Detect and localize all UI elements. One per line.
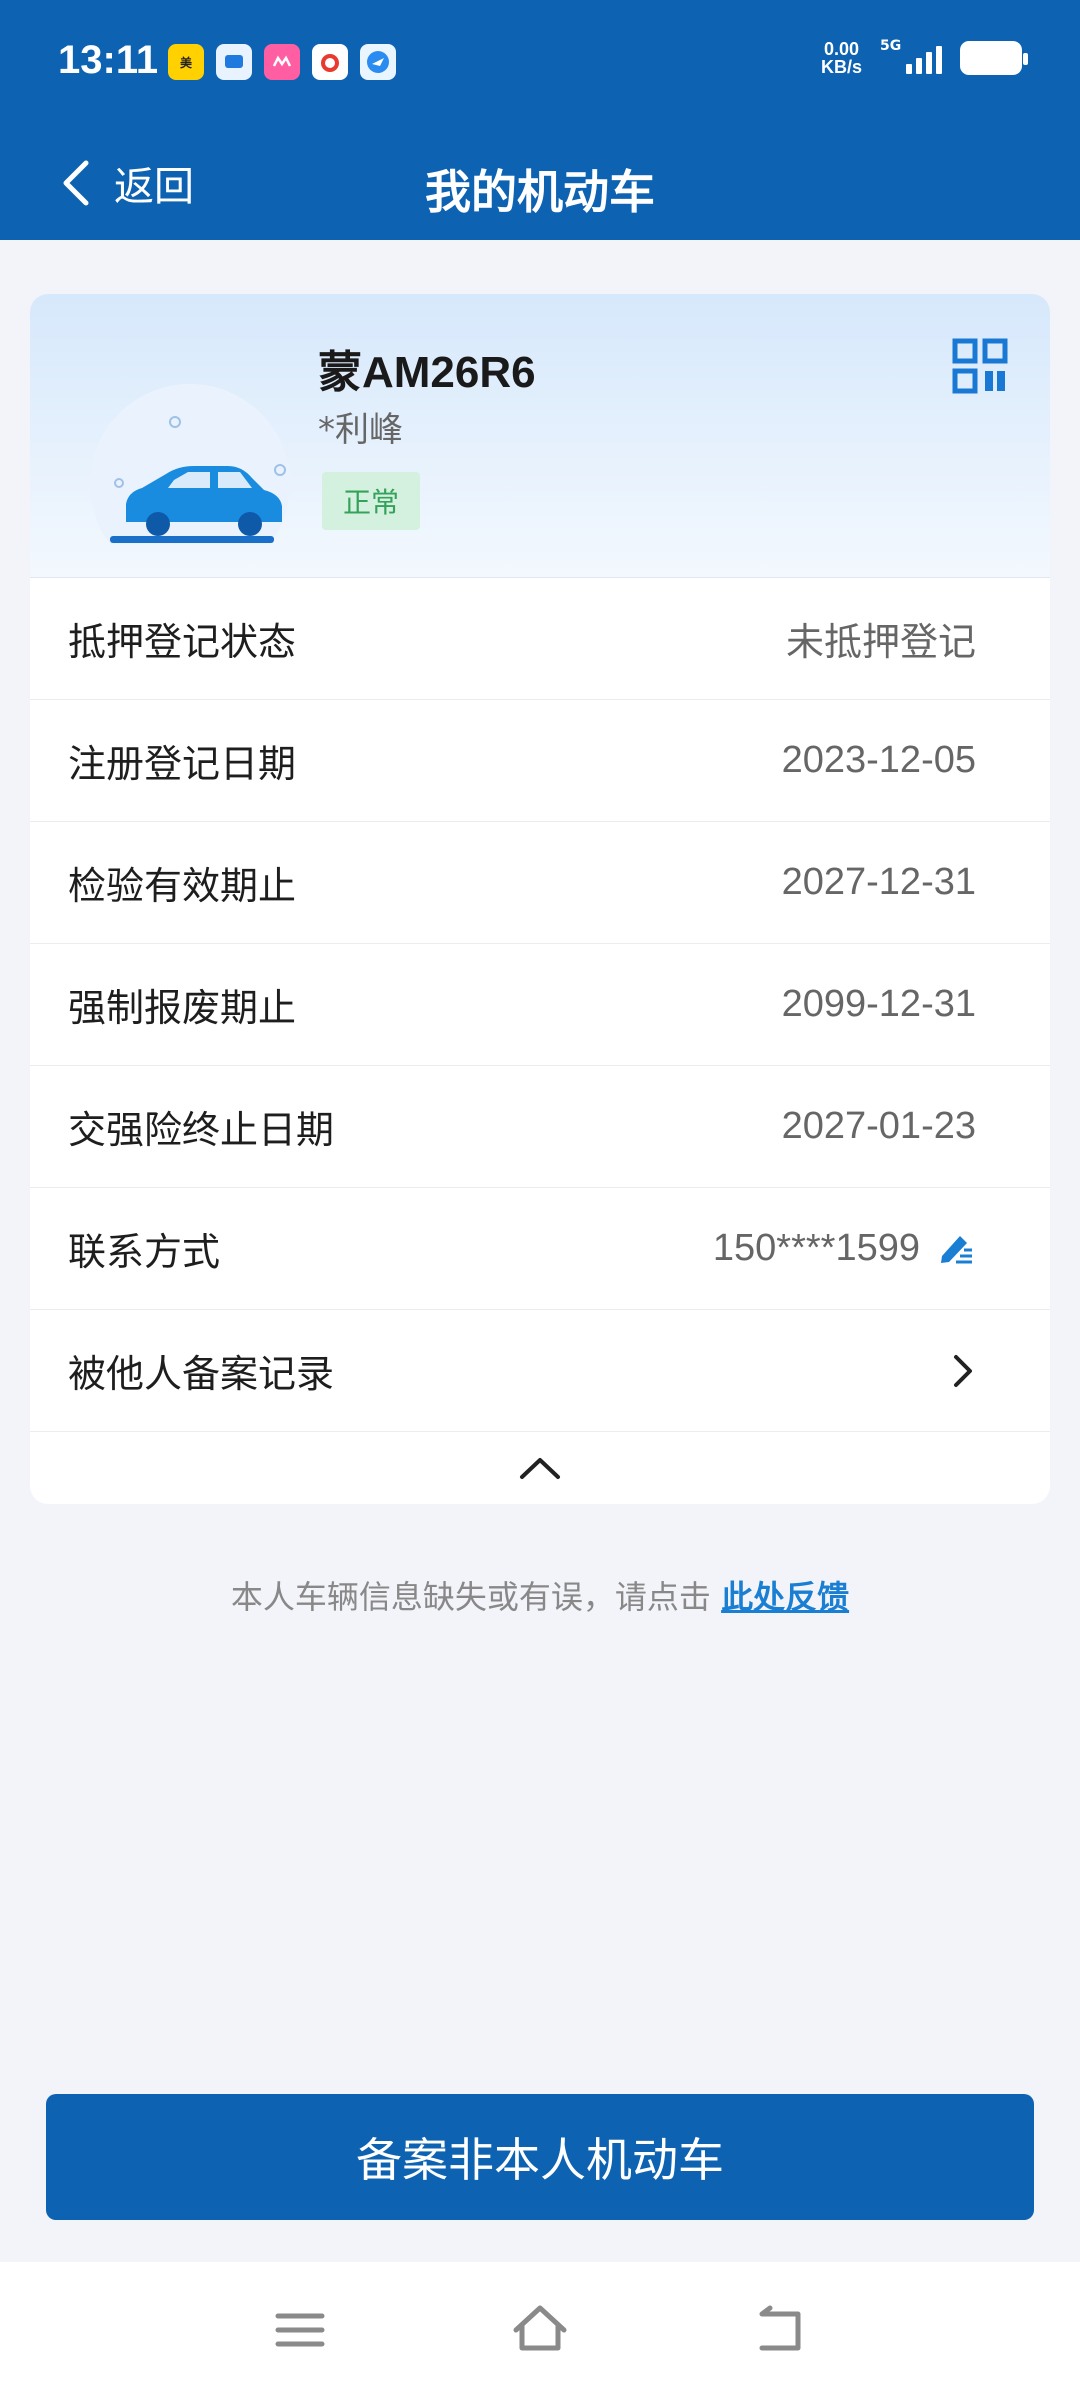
signal-icon: 5G <box>880 38 942 74</box>
status-badge: 正常 <box>322 472 420 530</box>
detail-row-registration-date: 注册登记日期 2023-12-05 <box>30 700 1050 822</box>
detail-row-mortgage: 抵押登记状态 未抵押登记 <box>30 578 1050 700</box>
blue-app-icon <box>216 44 252 80</box>
network-speed: 0.00 KB/s <box>820 39 862 77</box>
vehicle-card-header: 蒙AM26R6 *利峰 正常 <box>30 294 1050 578</box>
blue-bird-app-icon <box>360 44 396 80</box>
qr-code-icon[interactable] <box>952 338 1008 394</box>
status-right-group: 0.00 KB/s 5G <box>820 38 1028 77</box>
feedback-text: 本人车辆信息缺失或有误，请点击 此处反馈 <box>0 1572 1080 1618</box>
license-plate: 蒙AM26R6 <box>318 348 536 397</box>
detail-label: 被他人备案记录 <box>68 1352 335 1396</box>
detail-value: 2027-12-31 <box>781 861 976 903</box>
menu-icon[interactable] <box>270 2300 330 2360</box>
detail-label: 交强险终止日期 <box>68 1108 335 1152</box>
detail-row-scrap-date: 强制报废期止 2099-12-31 <box>30 944 1050 1066</box>
car-icon <box>90 384 290 544</box>
meituan-app-icon: 美 <box>168 44 204 80</box>
nav-bar: 返回 我的机动车 <box>0 128 1080 240</box>
collapse-button[interactable] <box>30 1432 1050 1504</box>
detail-label: 联系方式 <box>68 1230 221 1274</box>
detail-value: 2023-12-05 <box>781 739 976 781</box>
status-bar: 13:11 美 0.00 KB/s 5G <box>0 0 1080 128</box>
detail-value: 2027-01-23 <box>781 1105 976 1147</box>
vehicle-details-list: 抵押登记状态 未抵押登记 注册登记日期 2023-12-05 检验有效期止 20… <box>30 578 1050 1504</box>
detail-row-filing-records[interactable]: 被他人备案记录 <box>30 1310 1050 1432</box>
feedback-prompt: 本人车辆信息缺失或有误，请点击 <box>230 1578 711 1616</box>
detail-row-inspection-expiry: 检验有效期止 2027-12-31 <box>30 822 1050 944</box>
page-title: 我的机动车 <box>425 166 655 218</box>
battery-icon <box>960 41 1028 75</box>
home-icon[interactable] <box>510 2300 570 2360</box>
owner-name: *利峰 <box>318 410 403 450</box>
status-time: 13:11 <box>58 38 159 82</box>
detail-row-insurance-end: 交强险终止日期 2027-01-23 <box>30 1066 1050 1188</box>
detail-label: 检验有效期止 <box>68 864 297 908</box>
detail-label: 注册登记日期 <box>68 742 297 786</box>
network-type: 5G <box>880 38 902 54</box>
feedback-link[interactable]: 此处反馈 <box>721 1578 849 1616</box>
red-character-app-icon <box>312 44 348 80</box>
back-nav-icon[interactable] <box>750 2300 810 2360</box>
edit-icon[interactable] <box>934 1228 976 1270</box>
detail-value: 2099-12-31 <box>781 983 976 1025</box>
chevron-right-icon <box>954 1354 972 1387</box>
detail-label: 强制报废期止 <box>68 986 297 1030</box>
pink-app-icon <box>264 44 300 80</box>
detail-label: 抵押登记状态 <box>68 620 297 664</box>
file-other-vehicle-button[interactable]: 备案非本人机动车 <box>46 2094 1034 2220</box>
detail-value: 未抵押登记 <box>785 620 976 664</box>
system-navigation-bar <box>0 2262 1080 2392</box>
contact-value-group: 150****1599 <box>713 1227 976 1270</box>
chevron-up-icon <box>520 1458 560 1479</box>
phone-number: 150****1599 <box>712 1227 920 1269</box>
vehicle-card: 蒙AM26R6 *利峰 正常 抵押登记状态 未抵押登记 注册登记日期 2023-… <box>30 294 1050 1504</box>
detail-row-contact: 联系方式 150****1599 <box>30 1188 1050 1310</box>
status-app-icons: 美 <box>168 44 396 80</box>
